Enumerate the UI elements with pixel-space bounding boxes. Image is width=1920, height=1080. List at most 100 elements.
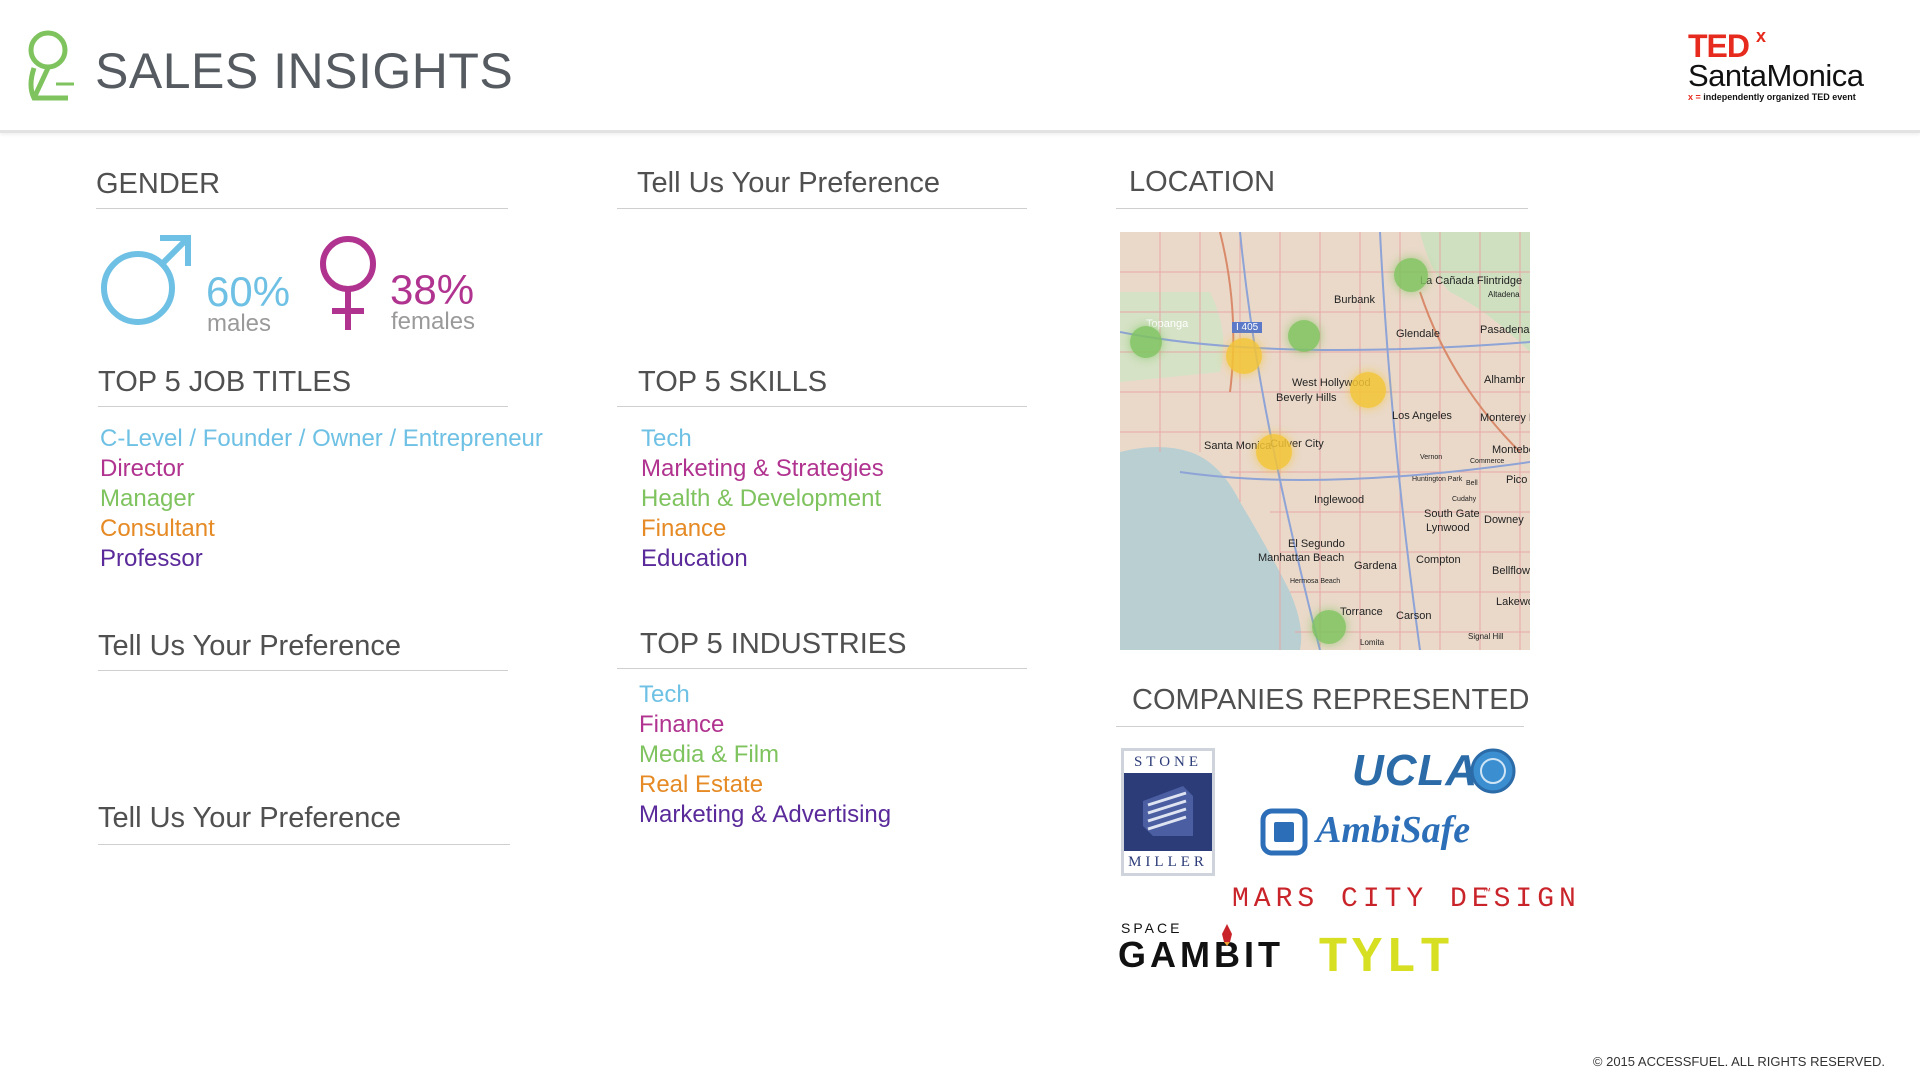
female-label: females (391, 308, 476, 335)
map-label-manhattan-beach: Manhattan Beach (1258, 552, 1345, 564)
map-label-gardena: Gardena (1354, 560, 1397, 572)
map-label-i405: I 405 (1232, 322, 1263, 333)
ted-city: SantaMonica (1688, 58, 1864, 93)
map-label-pico: Pico (1506, 474, 1528, 486)
job-titles-divider (98, 406, 508, 407)
job-titles-title: TOP 5 JOB TITLES (98, 366, 352, 398)
map-dot-yellow[interactable] (1256, 434, 1292, 470)
tylt-logo: TYLT (1318, 930, 1455, 987)
list-item: Marketing & Advertising (639, 801, 892, 828)
map-label-south-gate: South Gate (1424, 508, 1480, 520)
map-dot-green[interactable] (1288, 320, 1320, 352)
ted-x-mark: x (1756, 26, 1767, 46)
brand-logo-icon (28, 30, 74, 101)
ted-tagline: x = independently organized TED event (1688, 92, 1856, 102)
map-label-compton: Compton (1416, 554, 1461, 566)
list-item: Health & Development (641, 485, 882, 512)
list-item: Media & Film (639, 741, 780, 768)
preference-title-left-1: Tell Us Your Preference (98, 630, 402, 662)
map-label-montebello: Montebe (1492, 444, 1530, 456)
map-background (1120, 232, 1530, 650)
list-item: Tech (639, 681, 690, 708)
map-label-bell: Bell (1466, 480, 1478, 487)
list-item: Finance (641, 515, 727, 542)
list-item: Finance (639, 711, 725, 738)
map-label-bellflower: Bellflow (1492, 565, 1530, 577)
ucla-logo: UCLA (1352, 746, 1479, 795)
list-item: Manager (100, 485, 195, 512)
ted-tagline-text: independently organized TED event (1703, 92, 1856, 102)
page-title: SALES INSIGHTS (95, 43, 514, 99)
map-label-torrance: Torrance (1340, 606, 1383, 618)
map-dot-green[interactable] (1312, 610, 1346, 644)
map-label-beverly-hills: Beverly Hills (1276, 392, 1337, 404)
skills-list: Tech Marketing & Strategies Health & Dev… (641, 424, 884, 574)
ted-x-equals: x = (1688, 92, 1701, 102)
ucla-seal-icon (1470, 748, 1516, 794)
list-item: Education (641, 545, 748, 572)
preference-title-top: Tell Us Your Preference (637, 167, 941, 199)
map-label-downey: Downey (1484, 514, 1524, 526)
stone-miller-building-icon (1143, 786, 1193, 836)
mars-city-design-logo: MARS CITY DESIGN (1232, 884, 1581, 915)
stone-miller-bottom: MILLER (1124, 851, 1212, 873)
location-divider (1116, 208, 1528, 209)
map-label-alhambra: Alhambr (1484, 374, 1525, 386)
map-label-huntington-park: Huntington Park (1412, 476, 1463, 483)
map-label-altadena: Altadena (1488, 290, 1520, 299)
mars-city-tm: ™ (1482, 886, 1491, 896)
female-symbol-icon (320, 236, 376, 330)
tedx-santamonica-logo: TED x SantaMonica x = independently orga… (1688, 26, 1888, 108)
map-dot-green[interactable] (1394, 258, 1428, 292)
industries-list: Tech Finance Media & Film Real Estate Ma… (639, 680, 891, 830)
list-item: Marketing & Strategies (641, 455, 884, 482)
map-label-lynwood: Lynwood (1426, 522, 1470, 534)
list-item: Professor (100, 545, 203, 572)
map-label-burbank: Burbank (1334, 294, 1375, 306)
map-label-el-segundo: El Segundo (1288, 538, 1345, 550)
skills-divider (617, 406, 1027, 407)
list-item: Consultant (100, 515, 215, 542)
space-gambit-logo: GAMBIT (1118, 934, 1284, 975)
map-label-lomita: Lomita (1360, 638, 1385, 647)
footer-copyright: © 2015 ACCESSFUEL. ALL RIGHTS RESERVED. (1592, 1054, 1885, 1069)
companies-title: COMPANIES REPRESENTED (1132, 684, 1530, 716)
map-label-hermosa: Hermosa Beach (1290, 578, 1341, 585)
companies-divider (1116, 726, 1524, 727)
gender-divider (96, 208, 508, 209)
location-heat-map[interactable]: Burbank La Cañada Flintridge Altadena Gl… (1120, 232, 1530, 650)
map-label-lakewood: Lakewo (1496, 596, 1530, 608)
stone-miller-top: STONE (1124, 751, 1212, 773)
male-symbol-icon (101, 235, 191, 325)
map-label-vernon: Vernon (1420, 454, 1443, 461)
map-label-glendale: Glendale (1396, 328, 1441, 340)
stone-miller-logo: STONE MILLER (1121, 748, 1215, 876)
map-label-inglewood: Inglewood (1314, 494, 1365, 506)
list-item: Tech (641, 425, 692, 452)
preference-top-divider (617, 208, 1027, 209)
preference-left-2-divider (98, 844, 510, 845)
job-titles-list: C-Level / Founder / Owner / Entrepreneur… (100, 424, 543, 574)
map-dot-yellow[interactable] (1226, 338, 1262, 374)
map-label-carson: Carson (1396, 610, 1432, 622)
map-label-la-canada: La Cañada Flintridge (1420, 275, 1523, 287)
preference-title-left-2: Tell Us Your Preference (98, 802, 402, 834)
preference-left-1-divider (98, 670, 508, 671)
industries-divider (617, 668, 1027, 669)
skills-title: TOP 5 SKILLS (638, 366, 828, 398)
map-label-cudahy: Cudahy (1452, 496, 1477, 503)
industries-title: TOP 5 INDUSTRIES (640, 628, 907, 660)
map-label-monterey: Monterey P (1480, 412, 1530, 424)
male-percentage: 60% (206, 268, 291, 315)
map-label-commerce: Commerce (1470, 458, 1505, 465)
map-dot-green[interactable] (1130, 326, 1162, 358)
list-item: Real Estate (639, 771, 764, 798)
location-title: LOCATION (1129, 166, 1276, 198)
map-dot-yellow[interactable] (1350, 372, 1386, 408)
list-item: Director (100, 455, 185, 482)
map-label-signal-hill: Signal Hill (1468, 632, 1504, 641)
male-label: males (207, 310, 272, 337)
map-label-pasadena: Pasadena (1480, 324, 1530, 336)
gender-title: GENDER (96, 168, 221, 200)
rocket-icon (1222, 924, 1232, 946)
